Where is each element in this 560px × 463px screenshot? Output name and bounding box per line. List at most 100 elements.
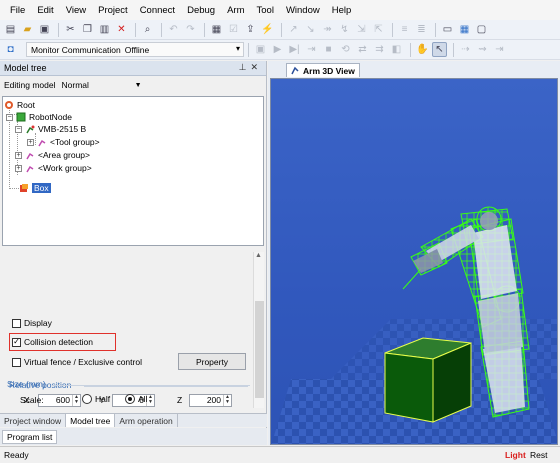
model-tree: Root − RobotNode − VMB-2515 B + <Tool gr… <box>2 96 264 246</box>
cut-icon[interactable]: ✂ <box>63 22 78 37</box>
tree-node-area-group[interactable]: + <Area group> <box>15 149 90 161</box>
tree-node-tool-group[interactable]: + <Tool group> <box>27 136 100 148</box>
new-project-icon[interactable]: ▤ <box>3 22 18 37</box>
scroll-up-icon[interactable]: ▲ <box>255 252 262 259</box>
tree-node-robotnode[interactable]: − RobotNode <box>6 111 72 123</box>
spinner-icon[interactable]: ▲▼ <box>72 395 80 406</box>
redo-icon[interactable]: ↷ <box>183 22 198 37</box>
teach-icon[interactable]: ⇱ <box>371 22 386 37</box>
motion-icon[interactable]: ⇢ <box>458 42 473 57</box>
play-icon[interactable]: ▶ <box>270 42 285 57</box>
tree-node-root[interactable]: Root <box>4 99 35 111</box>
main-toolbar: ▤ ▰ ▣ ✂ ❐ ▥ ✕ ⌕ ↶ ↷ ▦ ☑ ⇪ ⚡ ↗ ↘ ↠ ↯ ⇲ ⇱ … <box>0 20 560 40</box>
checkbox[interactable] <box>12 318 21 328</box>
stop-icon[interactable]: ■ <box>321 42 336 57</box>
panel-icon[interactable]: ▭ <box>440 22 455 37</box>
check-icon[interactable]: ☑ <box>226 22 241 37</box>
watch-icon[interactable]: ◧ <box>389 42 404 57</box>
display-icon[interactable]: ▢ <box>474 22 489 37</box>
tab-arm-operation[interactable]: Arm operation <box>115 414 178 427</box>
pointer-icon[interactable]: ↖ <box>432 42 447 57</box>
breakpoint-icon[interactable]: ⇄ <box>355 42 370 57</box>
menu-project[interactable]: Project <box>92 5 134 16</box>
expand-icon[interactable]: + <box>15 164 22 172</box>
trace-icon[interactable]: ⇉ <box>372 42 387 57</box>
tree-node-label: VMB-2515 B <box>38 124 87 134</box>
find-icon[interactable]: ⌕ <box>140 22 155 37</box>
virtual-fence-checkbox[interactable]: Virtual fence / Exclusive control <box>12 357 142 367</box>
menu-view[interactable]: View <box>60 5 92 16</box>
motion-path-icon[interactable]: ⇝ <box>475 42 490 57</box>
checkbox-checked[interactable]: ✓ <box>12 337 21 347</box>
menu-debug[interactable]: Debug <box>181 5 221 16</box>
editing-model-select[interactable]: Normal ▼ <box>60 79 144 92</box>
toolbar-separator <box>281 22 282 37</box>
group-icon <box>37 137 47 147</box>
arm-3d-viewport[interactable] <box>270 78 558 445</box>
menu-bar: File Edit View Project Connect Debug Arm… <box>0 0 560 20</box>
pin-icon[interactable]: ⊥ <box>239 62 251 72</box>
menu-edit[interactable]: Edit <box>31 5 59 16</box>
menu-file[interactable]: File <box>4 5 31 16</box>
tab-project-window[interactable]: Project window <box>0 414 67 427</box>
open-folder-icon[interactable]: ▰ <box>20 22 35 37</box>
scale-all-radio[interactable]: All <box>125 394 147 404</box>
tab-model-tree[interactable]: Model tree <box>66 414 116 427</box>
box-icon <box>19 183 29 193</box>
scale-half-label: Half <box>95 394 111 404</box>
tab-program-list[interactable]: Program list <box>2 430 58 444</box>
collapse-icon[interactable]: − <box>6 113 13 121</box>
save-icon[interactable]: ▣ <box>37 22 52 37</box>
motion-end-icon[interactable]: ⇥ <box>492 42 507 57</box>
hand-icon[interactable]: ✋ <box>415 42 430 57</box>
display-checkbox[interactable]: Display <box>12 318 52 328</box>
copy-icon[interactable]: ❐ <box>80 22 95 37</box>
step-play-icon[interactable]: ▶| <box>287 42 302 57</box>
grid-icon[interactable]: ▦ <box>457 22 472 37</box>
variable-icon[interactable]: ≣ <box>414 22 429 37</box>
delete-icon[interactable]: ✕ <box>114 22 129 37</box>
collision-detection-checkbox[interactable]: ✓ Collision detection <box>12 337 93 347</box>
tab-arm-3d-view[interactable]: Arm 3D View <box>286 63 360 77</box>
io-icon[interactable]: ≡ <box>397 22 412 37</box>
menu-arm[interactable]: Arm <box>221 5 250 16</box>
undo-icon[interactable]: ↶ <box>166 22 181 37</box>
close-icon[interactable]: ✕ <box>250 62 262 72</box>
tree-node-vmb[interactable]: − VMB-2515 B <box>15 123 86 135</box>
scale-all-label: All <box>138 394 148 404</box>
properties-scrollbar[interactable]: ▲ <box>253 252 264 408</box>
scroll-thumb[interactable] <box>255 301 264 398</box>
menu-tool[interactable]: Tool <box>251 5 280 16</box>
arm-icon[interactable]: ⇲ <box>354 22 369 37</box>
expand-icon[interactable]: + <box>27 138 34 146</box>
run-icon[interactable]: ↠ <box>320 22 335 37</box>
collapse-icon[interactable]: − <box>15 125 22 133</box>
jog-icon[interactable]: ↯ <box>337 22 352 37</box>
x-field[interactable]: 600 ▲ ▼ <box>38 394 81 407</box>
scale-half-radio[interactable]: Half <box>82 394 110 404</box>
tree-node-work-group[interactable]: + <Work group> <box>15 162 92 174</box>
box-object[interactable] <box>384 337 472 423</box>
spinner-icon[interactable]: ▲▼ <box>223 395 231 406</box>
menu-connect[interactable]: Connect <box>134 5 181 16</box>
connect-icon[interactable]: ⚡ <box>260 22 275 37</box>
property-button[interactable]: Property <box>178 353 246 370</box>
menu-window[interactable]: Window <box>280 5 326 16</box>
build-icon[interactable]: ▦ <box>209 22 224 37</box>
radio-selected[interactable] <box>125 394 135 404</box>
menu-help[interactable]: Help <box>326 5 358 16</box>
step-icon[interactable]: ↗ <box>286 22 301 37</box>
expand-icon[interactable]: + <box>15 151 22 159</box>
step-over-icon[interactable]: ↘ <box>303 22 318 37</box>
monitor-communication-select[interactable]: Monitor Communication Offline ▾ <box>26 42 244 57</box>
monitor-start-icon[interactable]: ▣ <box>253 42 268 57</box>
reset-icon[interactable]: ⟲ <box>338 42 353 57</box>
collision-detection-label: Collision detection <box>24 337 93 347</box>
checkbox[interactable] <box>12 357 21 367</box>
step-into-icon[interactable]: ⇥ <box>304 42 319 57</box>
paste-icon[interactable]: ▥ <box>97 22 112 37</box>
z-field[interactable]: 200 ▲ ▼ <box>189 394 232 407</box>
radio[interactable] <box>82 394 92 404</box>
transfer-icon[interactable]: ⇪ <box>243 22 258 37</box>
tree-node-box[interactable]: Box <box>19 182 51 194</box>
